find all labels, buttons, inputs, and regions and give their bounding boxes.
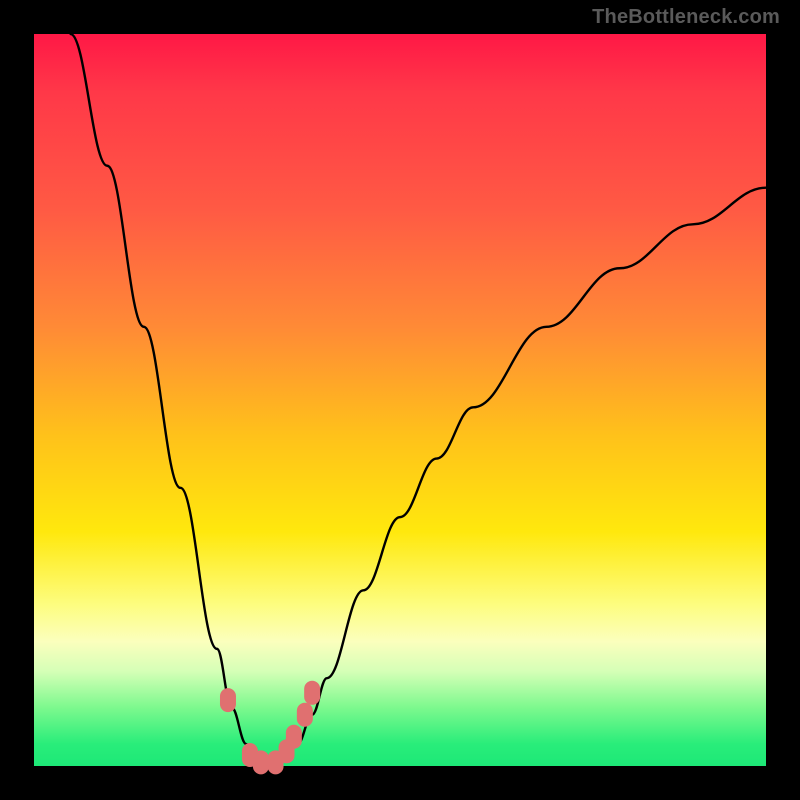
chart-frame: TheBottleneck.com bbox=[0, 0, 800, 800]
curve-marker bbox=[253, 750, 269, 774]
bottleneck-curve bbox=[71, 34, 766, 766]
bottleneck-curve-svg bbox=[34, 34, 766, 766]
curve-marker bbox=[220, 688, 236, 712]
watermark-text: TheBottleneck.com bbox=[592, 6, 780, 29]
curve-marker bbox=[286, 725, 302, 749]
curve-marker bbox=[297, 703, 313, 727]
curve-marker bbox=[304, 681, 320, 705]
plot-area bbox=[34, 34, 766, 766]
